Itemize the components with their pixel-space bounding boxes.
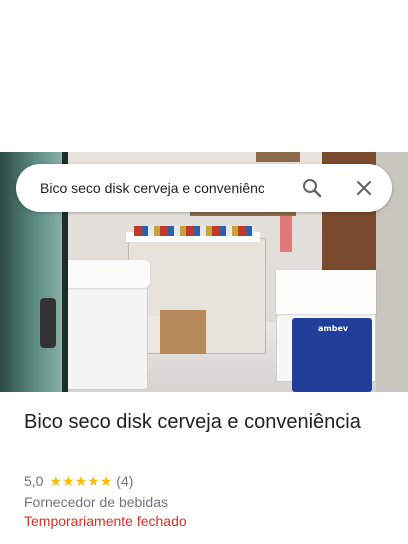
freezer-left-lid <box>64 260 150 288</box>
cardboard-boxes <box>160 310 206 354</box>
search-icon[interactable] <box>300 176 324 200</box>
star-icon: ★ <box>87 473 100 489</box>
star-icon: ★ <box>62 473 75 489</box>
search-bar[interactable]: Bico seco disk cerveja e conveniência <box>16 164 392 212</box>
star-icon: ★ <box>99 473 113 489</box>
close-icon[interactable] <box>352 176 376 200</box>
place-status: Temporariamente fechado <box>24 513 187 529</box>
crate-logo: ambev <box>318 324 349 333</box>
freezer-left <box>64 260 150 390</box>
star-icon: ★ <box>49 473 63 489</box>
place-title[interactable]: Bico seco disk cerveja e conveniência <box>24 408 384 436</box>
door-handle <box>40 298 56 348</box>
search-input[interactable]: Bico seco disk cerveja e conveniência <box>40 164 264 212</box>
star-icon: ★ <box>74 473 88 489</box>
rating-stars: ★ ★ ★ ★ ★ <box>49 474 112 488</box>
rating-value: 5,0 <box>24 473 44 489</box>
review-count[interactable]: (4) <box>116 473 133 489</box>
rating-row[interactable]: 5,0 ★ ★ ★ ★ ★ (4) <box>24 472 133 490</box>
hanging-bag <box>280 216 292 252</box>
freezer-right-lid <box>276 270 376 314</box>
place-category: Fornecedor de bebidas <box>24 494 168 510</box>
wall-shelf <box>256 152 300 162</box>
products-on-counter <box>134 226 254 236</box>
